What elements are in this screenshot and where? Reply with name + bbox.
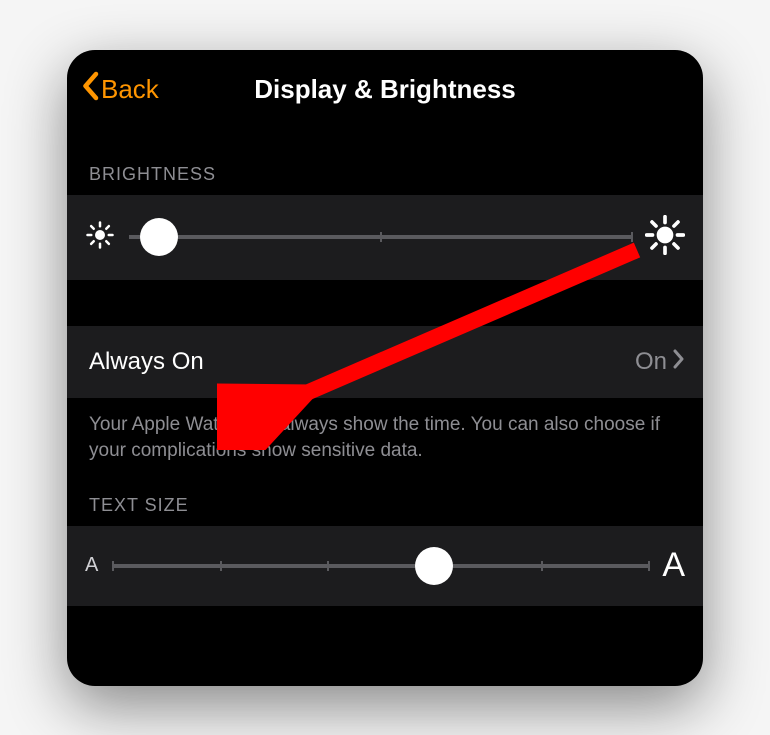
brightness-section-label: BRIGHTNESS xyxy=(67,130,703,195)
brightness-low-icon xyxy=(85,220,115,255)
text-size-section-label: TEXT SIZE xyxy=(67,469,703,526)
always-on-value-text: On xyxy=(635,348,667,376)
brightness-high-icon xyxy=(645,215,685,260)
always-on-label: Always On xyxy=(89,348,204,376)
text-size-small-icon: A xyxy=(85,554,98,577)
always-on-footer: Your Apple Watch can always show the tim… xyxy=(67,398,703,469)
always-on-value: On xyxy=(635,348,685,376)
text-size-large-icon: A xyxy=(662,546,685,585)
chevron-right-icon xyxy=(673,348,685,376)
spacer xyxy=(67,280,703,326)
text-size-slider-row: A A xyxy=(67,526,703,606)
back-button[interactable]: Back xyxy=(81,71,159,108)
brightness-slider[interactable] xyxy=(129,217,631,257)
text-size-slider[interactable] xyxy=(112,546,648,586)
page-title: Display & Brightness xyxy=(67,74,703,105)
settings-screen: Back Display & Brightness BRIGHTNESS Alw… xyxy=(67,50,703,686)
nav-bar: Back Display & Brightness xyxy=(67,50,703,130)
chevron-left-icon xyxy=(81,71,99,108)
back-label: Back xyxy=(101,74,159,105)
brightness-slider-row xyxy=(67,195,703,280)
always-on-row[interactable]: Always On On xyxy=(67,326,703,398)
